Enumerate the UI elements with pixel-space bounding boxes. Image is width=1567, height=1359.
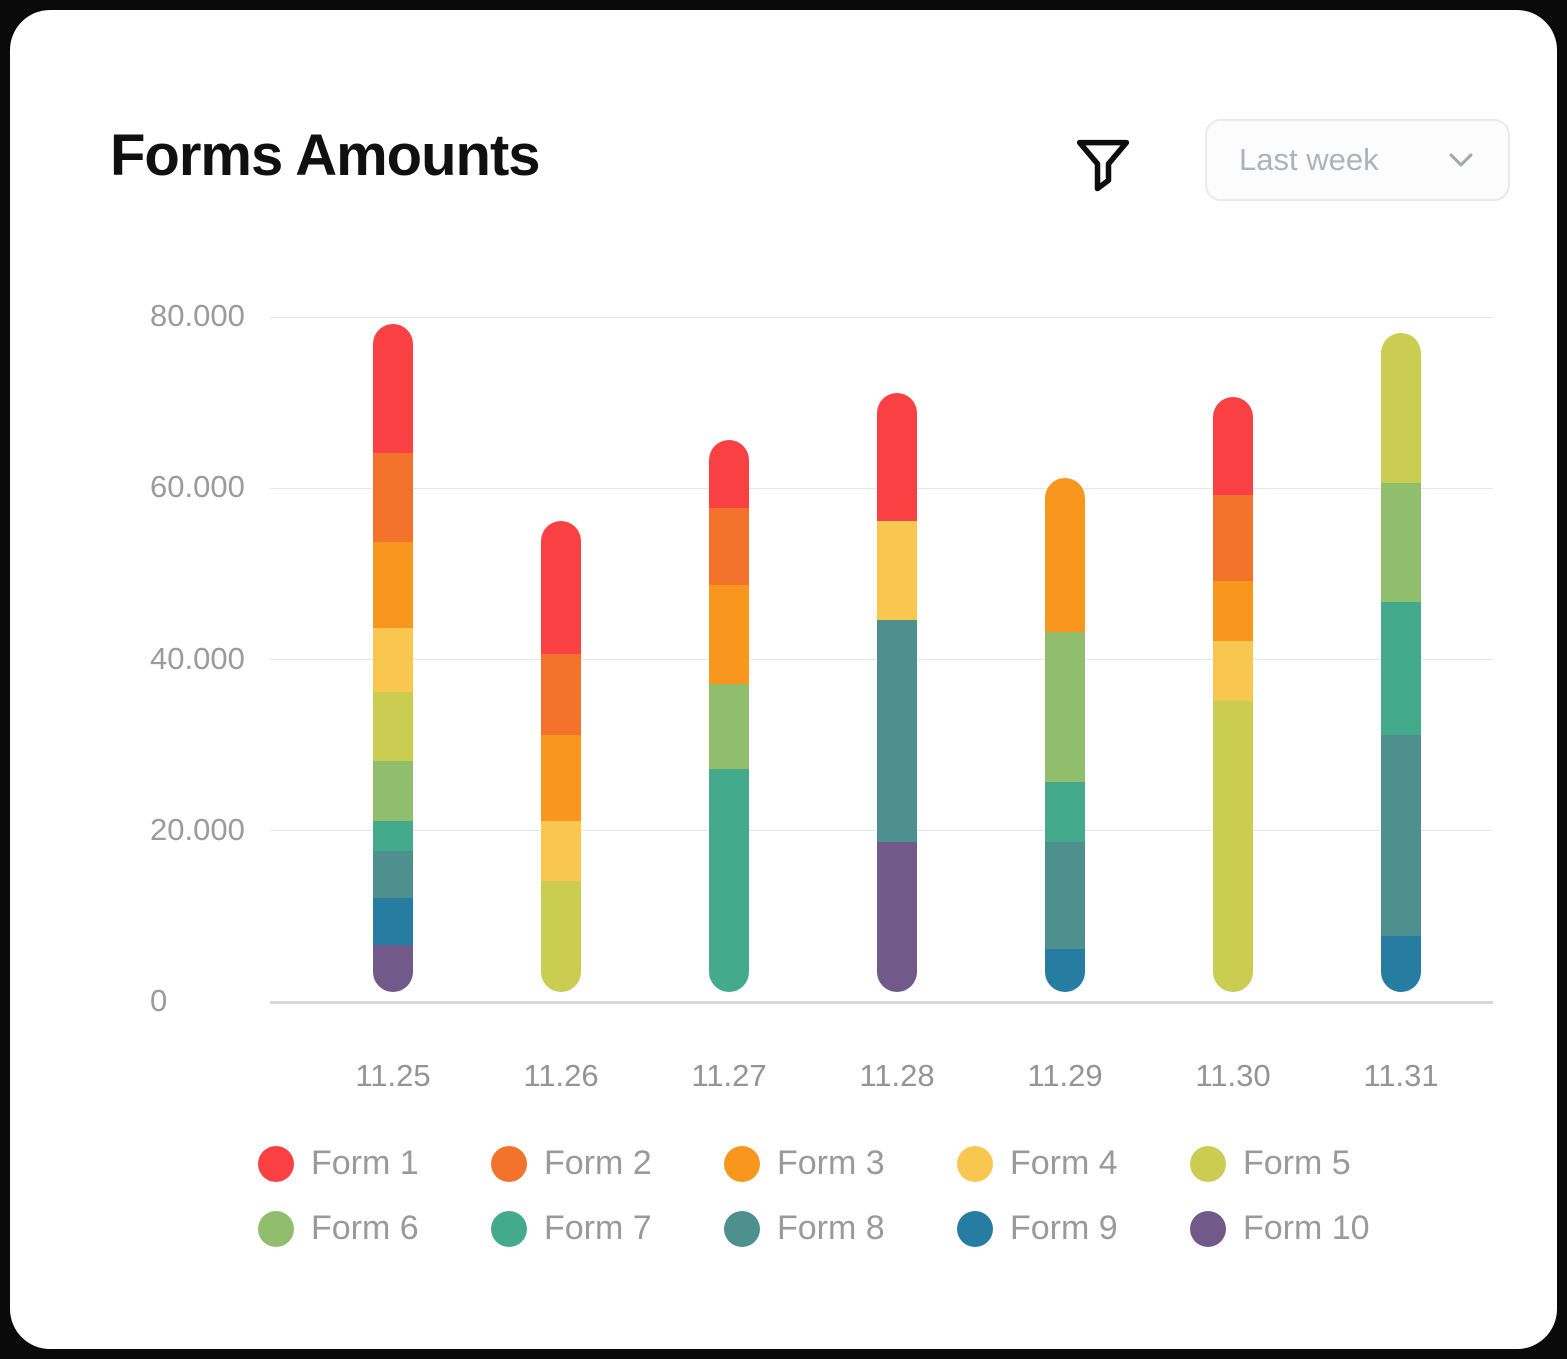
legend-marker-icon <box>491 1211 527 1247</box>
bar-segment-form-7[interactable] <box>1045 782 1085 842</box>
bar-11.31[interactable] <box>1381 333 1421 992</box>
bar-segment-form-10[interactable] <box>877 842 917 992</box>
bar-11.25[interactable] <box>373 324 413 992</box>
bar-11.28[interactable] <box>877 393 917 992</box>
bar-segment-form-9[interactable] <box>373 898 413 945</box>
bar-segment-form-3[interactable] <box>1213 581 1253 641</box>
dashboard-card: Forms Amounts Last week 020.00040.00060.… <box>10 10 1557 1349</box>
bar-segment-form-6[interactable] <box>373 761 413 821</box>
bar-segment-form-7[interactable] <box>1381 602 1421 735</box>
bar-11.30[interactable] <box>1213 397 1253 992</box>
legend-item-form-3[interactable]: Form 3 <box>724 1144 957 1183</box>
bar-segment-form-6[interactable] <box>1381 483 1421 603</box>
legend-item-form-7[interactable]: Form 7 <box>491 1209 724 1248</box>
bar-segment-form-8[interactable] <box>1045 842 1085 949</box>
legend-label: Form 6 <box>311 1209 419 1248</box>
legend-marker-icon <box>258 1211 294 1247</box>
x-axis-label: 11.25 <box>323 1058 463 1094</box>
bar-11.29[interactable] <box>1045 478 1085 992</box>
bar-segment-form-9[interactable] <box>1381 936 1421 992</box>
legend-label: Form 3 <box>777 1144 885 1183</box>
bar-segment-form-4[interactable] <box>877 521 917 619</box>
bar-segment-form-3[interactable] <box>373 542 413 628</box>
chart-legend: Form 1 Form 2 Form 3 Form 4 Form 5 Form 6 Form… <box>258 1144 1423 1248</box>
legend-marker-icon <box>491 1146 527 1182</box>
legend-marker-icon <box>724 1146 760 1182</box>
bar-segment-form-10[interactable] <box>373 945 413 992</box>
bar-segment-form-4[interactable] <box>373 628 413 692</box>
bar-segment-form-2[interactable] <box>373 453 413 543</box>
y-axis-label: 60.000 <box>150 469 270 505</box>
legend-item-form-10[interactable]: Form 10 <box>1190 1209 1423 1248</box>
legend-marker-icon <box>1190 1211 1226 1247</box>
bar-11.26[interactable] <box>541 521 581 992</box>
legend-item-form-1[interactable]: Form 1 <box>258 1144 491 1183</box>
y-axis-label: 80.000 <box>150 298 270 334</box>
legend-item-form-5[interactable]: Form 5 <box>1190 1144 1423 1183</box>
bar-segment-form-8[interactable] <box>877 620 917 843</box>
bar-segment-form-1[interactable] <box>877 393 917 521</box>
legend-label: Form 8 <box>777 1209 885 1248</box>
bar-segment-form-6[interactable] <box>1045 632 1085 782</box>
bar-segment-form-4[interactable] <box>1213 641 1253 701</box>
legend-marker-icon <box>957 1146 993 1182</box>
bar-segment-form-9[interactable] <box>1045 949 1085 992</box>
bar-segment-form-1[interactable] <box>709 440 749 509</box>
bar-segment-form-5[interactable] <box>1213 701 1253 992</box>
bar-segment-form-8[interactable] <box>1381 735 1421 936</box>
bar-segment-form-2[interactable] <box>1213 495 1253 581</box>
legend-item-form-2[interactable]: Form 2 <box>491 1144 724 1183</box>
bar-segment-form-8[interactable] <box>373 851 413 898</box>
bar-segment-form-3[interactable] <box>709 585 749 683</box>
bar-segment-form-5[interactable] <box>1381 333 1421 483</box>
bar-segment-form-1[interactable] <box>373 324 413 452</box>
x-axis-label: 11.30 <box>1163 1058 1303 1094</box>
bar-segment-form-1[interactable] <box>541 521 581 654</box>
bar-segment-form-1[interactable] <box>1213 397 1253 495</box>
bar-segment-form-7[interactable] <box>709 769 749 992</box>
legend-label: Form 7 <box>544 1209 652 1248</box>
bar-segment-form-5[interactable] <box>541 881 581 992</box>
y-axis-label: 40.000 <box>150 641 270 677</box>
legend-label: Form 5 <box>1243 1144 1351 1183</box>
x-axis-label: 11.27 <box>659 1058 799 1094</box>
legend-marker-icon <box>957 1211 993 1247</box>
legend-label: Form 2 <box>544 1144 652 1183</box>
bar-segment-form-5[interactable] <box>373 692 413 761</box>
x-axis-line <box>270 1001 1493 1004</box>
x-axis-label: 11.29 <box>995 1058 1135 1094</box>
y-axis-label: 0 <box>150 983 270 1019</box>
page-background: Forms Amounts Last week 020.00040.00060.… <box>0 0 1567 1359</box>
legend-label: Form 10 <box>1243 1209 1370 1248</box>
bar-11.27[interactable] <box>709 440 749 992</box>
bar-segment-form-6[interactable] <box>709 684 749 770</box>
legend-marker-icon <box>258 1146 294 1182</box>
bar-segment-form-2[interactable] <box>709 508 749 585</box>
x-axis-label: 11.31 <box>1331 1058 1471 1094</box>
y-axis-label: 20.000 <box>150 812 270 848</box>
bar-segment-form-3[interactable] <box>1045 478 1085 632</box>
x-axis-label: 11.26 <box>491 1058 631 1094</box>
legend-label: Form 1 <box>311 1144 419 1183</box>
legend-item-form-9[interactable]: Form 9 <box>957 1209 1190 1248</box>
bar-segment-form-3[interactable] <box>541 735 581 821</box>
legend-marker-icon <box>1190 1146 1226 1182</box>
legend-item-form-4[interactable]: Form 4 <box>957 1144 1190 1183</box>
legend-label: Form 9 <box>1010 1209 1118 1248</box>
legend-label: Form 4 <box>1010 1144 1118 1183</box>
bar-segment-form-4[interactable] <box>541 821 581 881</box>
bar-segment-form-2[interactable] <box>541 654 581 735</box>
x-axis-label: 11.28 <box>827 1058 967 1094</box>
legend-item-form-8[interactable]: Form 8 <box>724 1209 957 1248</box>
bar-segment-form-7[interactable] <box>373 821 413 851</box>
gridline <box>270 317 1493 318</box>
legend-item-form-6[interactable]: Form 6 <box>258 1209 491 1248</box>
legend-marker-icon <box>724 1211 760 1247</box>
